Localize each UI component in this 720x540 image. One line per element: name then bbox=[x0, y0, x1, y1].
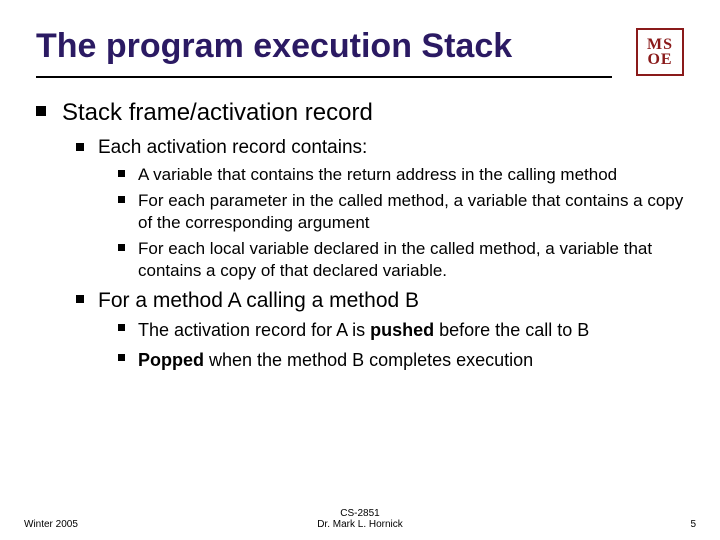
lvl3-text: A variable that contains the return addr… bbox=[138, 164, 684, 186]
footer-course: CS-2851 bbox=[124, 508, 596, 519]
lvl3-text-rich: The activation record for A is pushed be… bbox=[138, 318, 684, 343]
logo-line-2: OE bbox=[647, 52, 672, 67]
text-pre: The activation record for A is bbox=[138, 320, 370, 340]
bullet-lvl2-b: For a method A calling a method B The ac… bbox=[62, 288, 684, 373]
text-bold: pushed bbox=[370, 320, 434, 340]
bullet-lvl1: Stack frame/activation record Each activ… bbox=[36, 98, 684, 373]
bullet-lvl3: A variable that contains the return addr… bbox=[98, 164, 684, 186]
logo-line-1: MS bbox=[647, 37, 673, 52]
msoe-logo: MS OE bbox=[636, 28, 684, 76]
slide-content: Stack frame/activation record Each activ… bbox=[36, 76, 684, 373]
lvl2a-text: Each activation record contains: bbox=[98, 136, 684, 160]
text-post: when the method B completes execution bbox=[204, 350, 533, 370]
lvl3-text: For each local variable declared in the … bbox=[138, 238, 684, 282]
text-post: before the call to B bbox=[434, 320, 589, 340]
text-bold: Popped bbox=[138, 350, 204, 370]
slide-footer: Winter 2005 CS-2851 Dr. Mark L. Hornick … bbox=[0, 508, 720, 530]
bullet-lvl3: Popped when the method B completes execu… bbox=[98, 348, 684, 373]
lvl3-text-rich: Popped when the method B completes execu… bbox=[138, 348, 684, 373]
footer-page-number: 5 bbox=[596, 519, 696, 530]
footer-center: CS-2851 Dr. Mark L. Hornick bbox=[124, 508, 596, 530]
bullet-lvl3: For each parameter in the called method,… bbox=[98, 190, 684, 234]
bullet-lvl3: For each local variable declared in the … bbox=[98, 238, 684, 282]
lvl1-text: Stack frame/activation record bbox=[62, 98, 684, 128]
bullet-lvl2-a: Each activation record contains: A varia… bbox=[62, 136, 684, 282]
title-row: The program execution Stack MS OE bbox=[36, 28, 684, 76]
bullet-lvl3: The activation record for A is pushed be… bbox=[98, 318, 684, 343]
slide-title: The program execution Stack bbox=[36, 28, 512, 71]
title-underline bbox=[36, 76, 612, 78]
lvl3-text: For each parameter in the called method,… bbox=[138, 190, 684, 234]
footer-left: Winter 2005 bbox=[24, 519, 124, 530]
lvl2b-text: For a method A calling a method B bbox=[98, 288, 684, 314]
footer-author: Dr. Mark L. Hornick bbox=[124, 519, 596, 530]
